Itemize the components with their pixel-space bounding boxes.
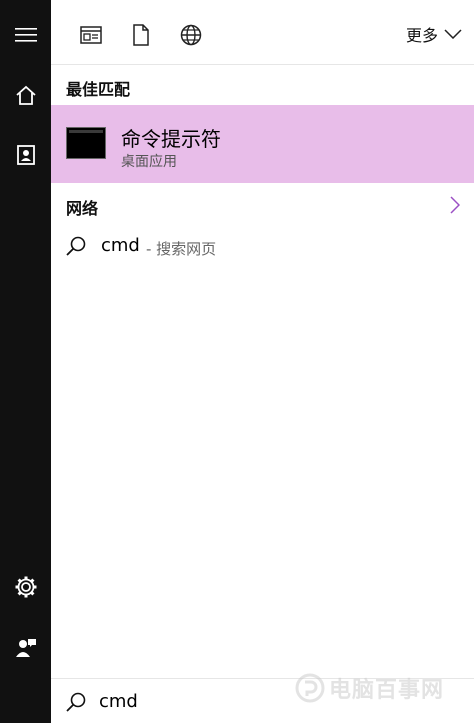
search-icon [65,691,87,717]
search-panel: 更多 最佳匹配 命令提示符 桌面应用 网络 cmd - 搜索网页 电脑百事网 [51,0,474,724]
notebook-icon[interactable] [0,135,51,175]
documents-filter-icon[interactable] [126,20,156,50]
command-prompt-icon [66,127,106,159]
watermark-text: 电脑百事网 [329,678,445,703]
home-icon[interactable] [0,75,51,115]
best-match-result[interactable]: 命令提示符 桌面应用 [51,105,474,183]
watermark-logo: 电脑百事网 [295,668,474,708]
web-search-label: - 搜索网页 [146,240,217,258]
chevron-down-icon [444,29,462,39]
best-match-heading: 最佳匹配 [66,80,131,99]
apps-filter-icon[interactable] [76,20,106,50]
web-search-suggestion[interactable]: cmd - 搜索网页 [51,226,474,266]
web-filter-icon[interactable] [176,20,206,50]
web-heading: 网络 [66,199,99,218]
chevron-right-icon[interactable] [450,196,461,218]
feedback-icon[interactable] [0,628,51,668]
search-icon [65,235,87,261]
menu-icon[interactable] [0,15,51,55]
gear-icon[interactable] [0,567,51,607]
filter-bar: 更多 [51,0,474,65]
sidebar [0,0,51,723]
more-label: 更多 [405,26,438,45]
web-query-text: cmd [101,235,140,256]
result-subtitle: 桌面应用 [121,154,177,170]
more-dropdown[interactable]: 更多 [406,22,462,46]
result-title: 命令提示符 [121,127,221,151]
